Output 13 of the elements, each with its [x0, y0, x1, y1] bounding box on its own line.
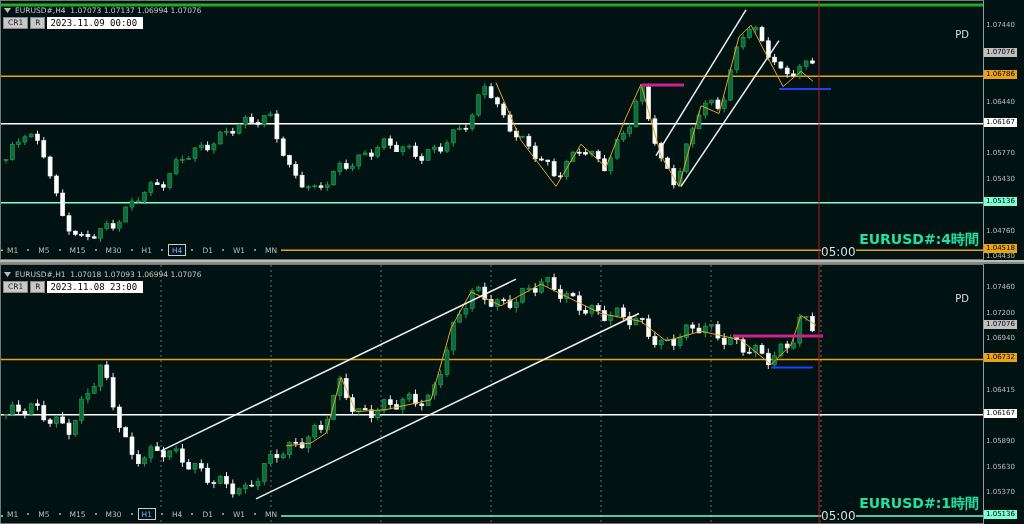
pd-label: PD — [955, 29, 969, 40]
support-marker-line — [778, 87, 832, 90]
date-time-field[interactable]: 2023.11.08 23:00 — [47, 281, 144, 293]
resistance-marker-line — [641, 83, 684, 87]
collapse-caret-icon[interactable] — [4, 272, 11, 277]
time-label: 05:00 — [821, 510, 856, 523]
support-marker-line — [770, 366, 814, 369]
collapse-caret-icon[interactable] — [4, 8, 11, 13]
chart-title: EURUSD#:4時間 — [859, 232, 979, 246]
pd-label: PD — [955, 293, 969, 304]
chart-title: EURUSD#:1時間 — [859, 496, 979, 510]
date-time-field[interactable]: 2023.11.09 00:00 — [47, 17, 144, 29]
time-label: 05:00 — [821, 246, 856, 259]
